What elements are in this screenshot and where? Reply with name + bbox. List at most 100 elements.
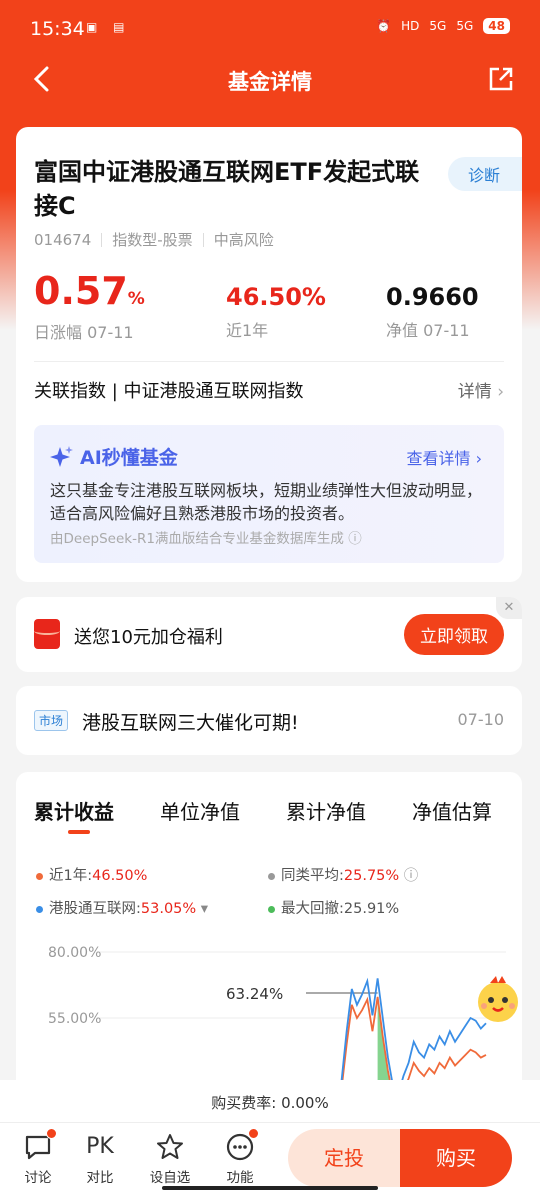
chat-bubble-icon (23, 1128, 57, 1162)
y-tick-label: 55.00% (48, 1011, 101, 1027)
legend-label: 同类平均: (281, 868, 344, 884)
legend-max-drawdown: 最大回撤:25.91% (268, 897, 399, 918)
signal-icon-2: 5G (456, 19, 474, 33)
pk-icon: PK (86, 1134, 114, 1159)
promo-text: 送您10元加仓福利 (74, 627, 223, 648)
legend-peer-average: 同类平均:25.75% ⓘ (268, 864, 418, 885)
daily-unit: % (127, 289, 145, 309)
tool-discuss[interactable]: 讨论 (8, 1128, 68, 1186)
news-tag: 市场 (34, 710, 69, 731)
tool-add-favorite[interactable]: 设自选 (140, 1132, 200, 1186)
more-functions-icon (225, 1128, 259, 1162)
news-card[interactable]: 市场 港股互联网三大催化可期! 07-10 (16, 686, 522, 755)
daily-change: 0.57% 日涨幅 07-11 (34, 269, 145, 343)
related-index-text: 关联指数 | 中证港股通互联网指数 (34, 381, 304, 402)
battery-icon: 48 (483, 18, 510, 34)
tool-functions[interactable]: 功能 (210, 1128, 270, 1186)
related-index-row[interactable]: 关联指数 | 中证港股通互联网指数 详情 › (34, 377, 504, 403)
tool-label: 对比 (86, 1170, 114, 1186)
ai-summary-box: AI秒懂基金 查看详情 › 这只基金专注港股互联网板块，短期业绩弹性大但波动明显… (34, 425, 504, 563)
legend-value: 25.75% (343, 868, 400, 884)
purchase-fee: 购买费率: 0.00% (211, 1094, 329, 1112)
ai-source-text: 由DeepSeek-R1满血版结合专业基金数据库生成 (50, 531, 344, 547)
tool-label: 讨论 (24, 1170, 52, 1186)
year-label: 近1年 (226, 321, 269, 340)
fund-meta: 014674 指数型-股票 中高风险 (34, 229, 274, 250)
tool-label: 设自选 (149, 1170, 191, 1186)
chevron-right-icon: › (475, 449, 482, 468)
info-icon[interactable]: ⓘ (348, 531, 362, 547)
legend-value: 53.05% (140, 901, 197, 917)
legend-year: 近1年:46.50% (36, 864, 147, 885)
signal-icon-1: 5G (429, 19, 447, 33)
alarm-icon: ⏰ (376, 19, 392, 33)
diagnose-button[interactable]: 诊断 (447, 157, 522, 191)
ai-header: AI秒懂基金 (50, 443, 178, 470)
star-plus-icon (155, 1132, 185, 1162)
legend-value: 25.91% (343, 901, 400, 917)
red-packet-icon (34, 619, 60, 649)
tab-nav-estimate[interactable]: 净值估算 (412, 796, 492, 825)
tool-label: 功能 (226, 1170, 254, 1186)
tab-cumulative-return[interactable]: 累计收益 (34, 796, 114, 825)
divider (202, 232, 204, 247)
close-icon[interactable]: ✕ (496, 597, 522, 619)
legend-value: 46.50% (92, 868, 148, 884)
net-value: 0.9660 净值 07-11 (386, 283, 479, 341)
info-icon[interactable]: ⓘ (404, 868, 419, 884)
divider (0, 1122, 540, 1123)
fund-code: 014674 (34, 230, 92, 249)
performance-chart[interactable]: 80.00% 55.00% 63.24% (16, 932, 522, 1082)
news-date: 07-10 (457, 710, 505, 729)
daily-label: 日涨幅 07-11 (34, 323, 134, 342)
nav-bar: 基金详情 (0, 56, 540, 104)
status-right: ⏰ HD 5G 5G 48 (376, 18, 510, 34)
divider (101, 232, 103, 247)
fund-risk: 中高风险 (213, 231, 274, 249)
index-detail-link[interactable]: 详情 › (458, 377, 504, 402)
share-icon[interactable] (486, 64, 516, 94)
fund-type: 指数型-股票 (112, 231, 193, 249)
bottom-action-bar: 购买费率: 0.00% 讨论 PK 对比 设自选 功能 定投 购买 (0, 1080, 540, 1194)
fund-name: 富国中证港股通互联网ETF发起式联接C (34, 158, 420, 220)
tab-cumulative-nav[interactable]: 累计净值 (286, 796, 366, 825)
page-title: 基金详情 (228, 70, 312, 94)
status-time: 15:34 (30, 18, 85, 40)
legend-label: 最大回撤: (281, 901, 344, 917)
home-indicator (162, 1186, 378, 1190)
nav-value: 0.9660 (386, 283, 479, 311)
promo-card: 送您10元加仓福利 立即领取 ✕ (16, 597, 522, 672)
notification-dot (248, 1128, 259, 1139)
legend-label: 近1年: (49, 868, 93, 884)
legend-dot (268, 872, 275, 880)
year-return: 46.50% 近1年 (226, 283, 326, 341)
y-tick-label: 80.00% (48, 945, 101, 961)
ai-more-link[interactable]: 查看详情 › (406, 445, 482, 469)
legend-dot (36, 905, 43, 913)
hd-icon: HD (401, 19, 420, 33)
claim-button[interactable]: 立即领取 (404, 614, 504, 655)
notification-dot (46, 1128, 57, 1139)
status-bar: 15:34 ▣ ▤ ⏰ HD 5G 5G 48 (0, 0, 540, 56)
divider (34, 361, 504, 362)
auto-invest-button[interactable]: 定投 (288, 1129, 400, 1187)
mascot-icon[interactable] (470, 972, 526, 1028)
nav-label: 净值 07-11 (386, 321, 470, 340)
status-app-icons: ▣ ▤ (86, 20, 131, 34)
legend-label: 港股通互联网: (49, 901, 141, 917)
legend-index[interactable]: 港股通互联网:53.05% ▾ (36, 897, 208, 918)
tab-indicator (68, 830, 90, 834)
ai-title: AI秒懂基金 (80, 447, 178, 469)
year-value: 46.50% (226, 283, 326, 311)
tab-unit-nav[interactable]: 单位净值 (160, 796, 240, 825)
series-group (340, 977, 487, 1082)
sparkle-icon (50, 445, 73, 467)
legend-dot (268, 905, 275, 913)
series-line-1 (340, 977, 487, 1082)
chevron-right-icon: › (497, 382, 504, 402)
fund-summary-card: 富国中证港股通互联网ETF发起式联接C 诊断 014674 指数型-股票 中高风… (16, 127, 522, 582)
index-detail-label: 详情 (457, 382, 492, 402)
buy-button[interactable]: 购买 (400, 1129, 512, 1187)
ai-body: 这只基金专注港股互联网板块，短期业绩弹性大但波动明显，适合高风险偏好且熟悉港股市… (50, 481, 483, 523)
tool-compare[interactable]: PK 对比 (70, 1132, 130, 1186)
